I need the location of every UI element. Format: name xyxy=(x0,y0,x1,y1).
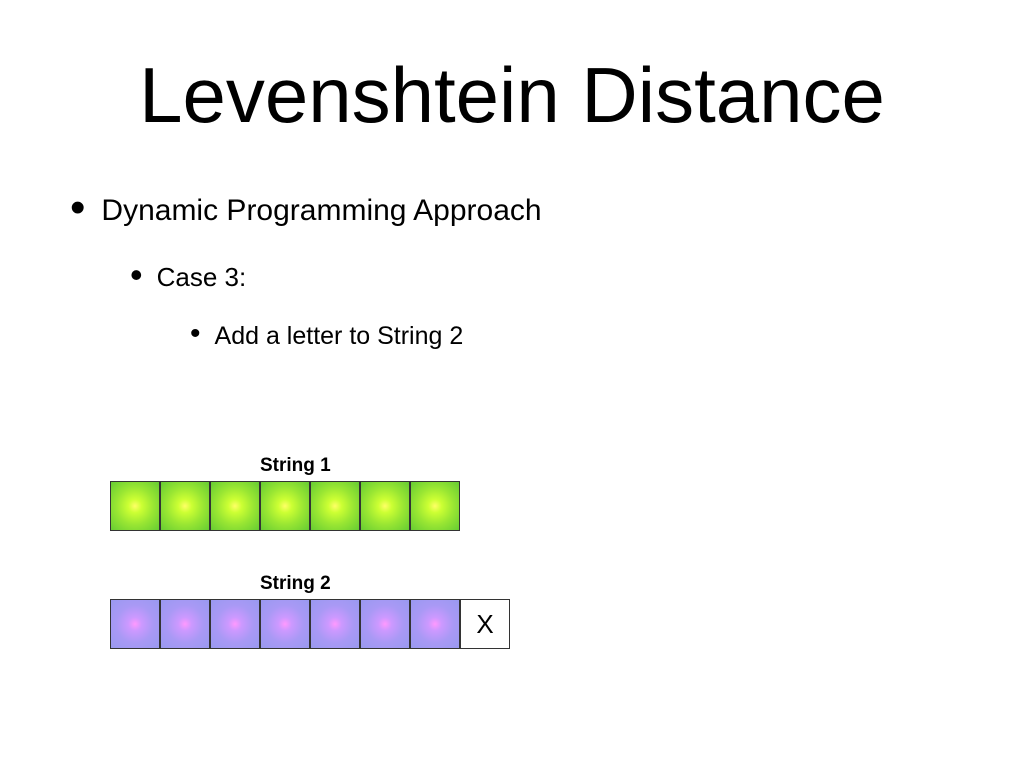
bullet-dot-icon: • xyxy=(70,194,85,222)
bullet-text: Case 3: xyxy=(157,262,247,293)
string2-cell xyxy=(110,599,160,649)
string2-cell xyxy=(260,599,310,649)
bullet-dot-icon: • xyxy=(130,264,143,286)
string1-row xyxy=(110,481,510,531)
string1-cell xyxy=(360,481,410,531)
string1-cell xyxy=(160,481,210,531)
bullet-text: Dynamic Programming Approach xyxy=(101,194,541,228)
string2-label: String 2 xyxy=(260,573,510,595)
bullet-level-1: • Dynamic Programming Approach xyxy=(70,190,950,228)
string1-cell xyxy=(310,481,360,531)
slide-title: Levenshtein Distance xyxy=(0,50,1024,141)
bullet-text: Add a letter to String 2 xyxy=(215,322,464,351)
strings-diagram: String 1 String 2 X xyxy=(110,455,510,649)
slide: Levenshtein Distance • Dynamic Programmi… xyxy=(0,0,1024,768)
string2-cell xyxy=(360,599,410,649)
bullet-level-3: • Add a letter to String 2 xyxy=(190,321,950,351)
string1-cell xyxy=(210,481,260,531)
bullet-level-2: • Case 3: xyxy=(130,260,950,293)
string1-label: String 1 xyxy=(260,455,510,477)
string2-cell xyxy=(410,599,460,649)
string2-cell xyxy=(310,599,360,649)
string1-cell xyxy=(410,481,460,531)
bullet-list: • Dynamic Programming Approach • Case 3:… xyxy=(70,190,950,351)
diagram-spacer xyxy=(110,531,510,573)
string2-row: X xyxy=(110,599,510,649)
string2-cell xyxy=(160,599,210,649)
string1-cell xyxy=(260,481,310,531)
bullet-dot-icon: • xyxy=(190,324,201,344)
string1-cell xyxy=(110,481,160,531)
string2-cell xyxy=(210,599,260,649)
added-letter-cell: X xyxy=(460,599,510,649)
